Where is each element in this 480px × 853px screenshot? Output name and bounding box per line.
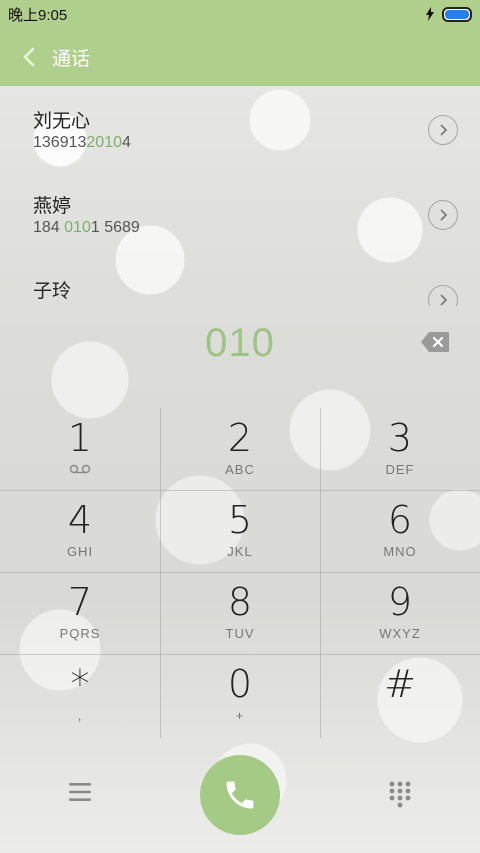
voicemail-icon — [69, 464, 91, 474]
contact-item[interactable]: 燕婷 184 0101 5689 — [0, 171, 480, 256]
key-1[interactable]: 1 — [0, 408, 160, 490]
charging-icon — [426, 7, 434, 21]
key-6[interactable]: 6 MNO — [320, 490, 480, 572]
key-digit: 6 — [387, 498, 413, 542]
key-9[interactable]: 9 WXYZ — [320, 572, 480, 654]
contact-name: 刘无心 — [33, 111, 91, 132]
key-digit: 7 — [67, 580, 93, 624]
key-digit: 3 — [387, 416, 413, 460]
contact-number: 13691320104 — [33, 134, 131, 151]
key-letters: JKL — [227, 544, 253, 559]
contact-detail-button[interactable] — [428, 115, 458, 145]
chevron-right-icon — [440, 209, 448, 221]
keypad-toggle-icon[interactable] — [388, 780, 412, 808]
status-bar: 晚上9:05 — [0, 0, 480, 28]
contact-item[interactable]: 刘无心 13691320104 — [0, 86, 480, 171]
chevron-right-icon — [440, 124, 448, 136]
menu-icon[interactable] — [66, 780, 94, 804]
status-time: 晚上9:05 — [8, 6, 68, 24]
key-letters: ABC — [225, 462, 255, 477]
key-digit: * — [70, 662, 90, 706]
dial-display: 010 — [0, 315, 480, 371]
key-letters: PQRS — [59, 626, 101, 641]
key-letters: TUV — [225, 626, 255, 641]
contact-suggestions: 刘无心 13691320104 燕婷 184 0101 5689 子玲 — [0, 86, 480, 306]
key-digit: 4 — [67, 498, 93, 542]
key-letters: , — [77, 708, 83, 723]
status-icons — [426, 6, 472, 22]
contact-detail-button[interactable] — [428, 285, 458, 306]
key-letters: MNO — [383, 544, 417, 559]
key-digit: 2 — [227, 416, 253, 460]
key-7[interactable]: 7 PQRS — [0, 572, 160, 654]
contact-detail-button[interactable] — [428, 200, 458, 230]
key-letters: DEF — [385, 462, 415, 477]
dial-keypad: 1 2 ABC 3 DEF 4 GHI 5 JKL 6 MNO 7 PQRS 8… — [0, 408, 480, 738]
key-2[interactable]: 2 ABC — [160, 408, 320, 490]
page-title: 通话 — [52, 48, 91, 70]
key-8[interactable]: 8 TUV — [160, 572, 320, 654]
entered-number: 010 — [205, 320, 275, 365]
key-digit: 9 — [387, 580, 413, 624]
contact-name: 燕婷 — [33, 196, 72, 217]
key-0[interactable]: 0 + — [160, 654, 320, 736]
key-digit: 0 — [227, 662, 253, 706]
key-hash[interactable]: # — [320, 654, 480, 736]
key-digit: # — [384, 662, 416, 706]
bottom-bar — [0, 754, 480, 836]
key-5[interactable]: 5 JKL — [160, 490, 320, 572]
phone-icon — [226, 781, 254, 809]
key-letters: + — [235, 708, 245, 723]
key-letters: WXYZ — [379, 626, 421, 641]
key-digit: 8 — [227, 580, 253, 624]
call-button[interactable] — [200, 755, 280, 835]
key-digit: 1 — [67, 416, 93, 460]
key-star[interactable]: * , — [0, 654, 160, 736]
back-arrow-icon[interactable] — [18, 46, 40, 68]
key-digit: 5 — [227, 498, 253, 542]
backspace-icon[interactable] — [420, 331, 450, 353]
chevron-right-icon — [440, 294, 448, 306]
contact-item[interactable]: 子玲 — [0, 256, 480, 306]
key-letters: GHI — [66, 544, 94, 559]
key-4[interactable]: 4 GHI — [0, 490, 160, 572]
contact-name: 子玲 — [33, 281, 72, 302]
battery-icon — [442, 6, 472, 22]
app-bar: 通话 — [0, 28, 480, 86]
key-3[interactable]: 3 DEF — [320, 408, 480, 490]
contact-number: 184 0101 5689 — [33, 219, 140, 236]
